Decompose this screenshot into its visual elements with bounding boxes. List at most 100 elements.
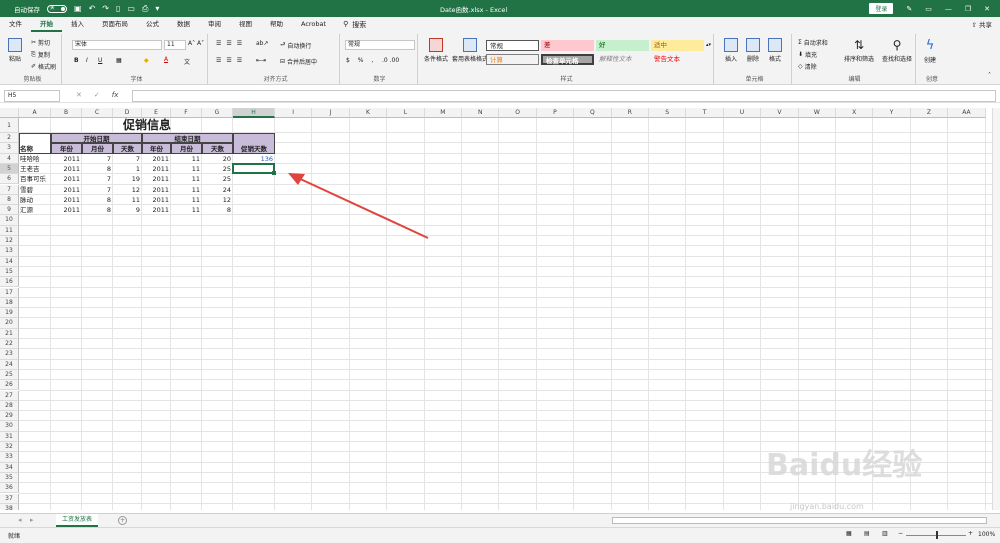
row-header[interactable]: 8 (0, 194, 19, 206)
record-value-cell[interactable]: 2011 (51, 185, 82, 195)
pen-icon[interactable]: ✎ (906, 5, 912, 13)
record-value-cell[interactable]: 11 (171, 205, 202, 215)
row-header[interactable]: 2 (0, 133, 19, 144)
zoom-in-icon[interactable]: + (968, 530, 973, 537)
column-header[interactable]: Y (873, 108, 911, 118)
record-value-cell[interactable]: 2011 (51, 205, 82, 215)
column-header[interactable]: U (723, 108, 762, 118)
zoom-slider-thumb[interactable] (936, 531, 938, 539)
column-header[interactable]: P (536, 108, 575, 118)
column-header[interactable]: S (649, 108, 687, 118)
tab-1[interactable]: 开始 (31, 17, 62, 32)
record-value-cell[interactable]: 8 (202, 205, 233, 215)
font-size-buttons[interactable]: A˄ A˅ (188, 40, 204, 47)
record-value-cell[interactable]: 2011 (142, 154, 171, 164)
day-header[interactable]: 天数 (113, 143, 142, 154)
row-header[interactable]: 27 (0, 390, 19, 401)
column-header[interactable]: F (171, 108, 202, 118)
record-value-cell[interactable]: 2011 (142, 195, 171, 205)
record-value-cell[interactable]: 2011 (51, 174, 82, 184)
row-header[interactable]: 15 (0, 266, 19, 278)
column-header[interactable]: A (19, 108, 51, 118)
row-header[interactable]: 33 (0, 452, 19, 463)
font-size-select[interactable]: 11 (164, 40, 186, 50)
fill-handle[interactable] (272, 171, 276, 176)
fill-color-button[interactable]: ◆ (144, 57, 149, 64)
border-button[interactable]: ▦ (116, 57, 122, 64)
cut-button[interactable]: ✂ 剪切 (31, 38, 50, 47)
record-name-cell[interactable]: 百事可乐 (19, 174, 51, 184)
collapse-ribbon-icon[interactable]: ˄ (988, 72, 991, 79)
row-header[interactable]: 32 (0, 442, 19, 453)
merge-center-button[interactable]: ⊟ 合并后居中 (280, 57, 317, 66)
page-break-icon[interactable]: ▥ (882, 530, 888, 537)
create-button[interactable]: ϟ 创建 (924, 38, 936, 64)
redo-icon[interactable]: ↷ (102, 4, 109, 13)
record-value-cell[interactable]: 20 (202, 154, 233, 164)
close-icon[interactable]: ✕ (984, 5, 990, 13)
row-header[interactable]: 17 (0, 287, 19, 298)
tab-nav-left-icon[interactable]: ◂ (18, 516, 22, 524)
column-header[interactable]: Z (910, 108, 949, 118)
print-icon[interactable]: ⎙ (142, 4, 148, 13)
decimal-buttons[interactable]: .0 .00 (382, 57, 399, 64)
tab-6[interactable]: 审阅 (199, 17, 230, 32)
active-cell-selection[interactable] (232, 162, 275, 175)
promo-days-cell[interactable] (233, 185, 275, 195)
customize-toolbar-icon[interactable]: ▾ (155, 4, 159, 13)
new-file-icon[interactable]: ▯ (116, 4, 120, 13)
tab-2[interactable]: 插入 (62, 17, 93, 32)
record-value-cell[interactable]: 25 (202, 174, 233, 184)
tab-4[interactable]: 公式 (137, 17, 168, 32)
row-header[interactable]: 1 (0, 118, 19, 133)
row-header[interactable]: 7 (0, 184, 19, 195)
font-color-button[interactable]: A (164, 56, 168, 63)
column-header[interactable]: X (836, 108, 874, 118)
restore-icon[interactable]: ❐ (965, 5, 971, 13)
row-header[interactable]: 9 (0, 205, 19, 216)
column-header[interactable]: H (233, 108, 275, 118)
minimize-icon[interactable]: — (945, 5, 952, 13)
row-header[interactable]: 5 (0, 163, 19, 175)
row-header[interactable]: 12 (0, 236, 19, 247)
style-bad[interactable]: 差 (541, 40, 594, 51)
select-all-corner[interactable] (0, 108, 19, 118)
horizontal-scrollbar[interactable] (612, 517, 987, 524)
tab-3[interactable]: 页面布局 (93, 17, 137, 32)
font-name-select[interactable]: 宋体 (72, 40, 162, 50)
record-name-cell[interactable]: 汇源 (19, 205, 51, 215)
row-header[interactable]: 30 (0, 421, 19, 432)
row-header[interactable]: 34 (0, 462, 19, 473)
search-box[interactable]: ⚲ 搜索 (343, 20, 366, 30)
sheet-tab-active[interactable]: 工资发放表 (56, 514, 99, 527)
style-good[interactable]: 好 (596, 40, 649, 51)
record-value-cell[interactable]: 7 (82, 174, 113, 184)
record-value-cell[interactable]: 19 (113, 174, 142, 184)
add-sheet-button[interactable]: + (118, 516, 127, 525)
italic-button[interactable]: I (86, 57, 88, 64)
column-header[interactable]: AA (948, 108, 986, 118)
share-button[interactable]: ⇧ 共享 (971, 19, 992, 29)
column-header[interactable]: G (202, 108, 233, 118)
column-header[interactable]: T (686, 108, 724, 118)
promo-days-header[interactable]: 促销天数 (233, 133, 275, 154)
row-header[interactable]: 20 (0, 318, 19, 329)
row-header[interactable]: 14 (0, 256, 19, 267)
name-box[interactable]: H5 (4, 90, 60, 102)
horizontal-align-buttons[interactable]: ☰☰☰ (216, 57, 247, 64)
format-painter-button[interactable]: ✐ 格式刷 (31, 62, 56, 71)
wrap-text-button[interactable]: ⮐ 自动换行 (280, 40, 311, 50)
row-header[interactable]: 6 (0, 174, 19, 185)
promo-days-cell[interactable] (233, 195, 275, 205)
save-icon[interactable]: ▣ (74, 4, 82, 13)
column-header[interactable]: O (499, 108, 537, 118)
record-value-cell[interactable]: 2011 (142, 205, 171, 215)
column-header[interactable]: W (798, 108, 836, 118)
insert-cells-button[interactable]: 插入 (724, 38, 738, 63)
row-header[interactable]: 21 (0, 328, 19, 339)
row-header[interactable]: 13 (0, 246, 19, 257)
vertical-scrollbar[interactable] (992, 108, 1000, 510)
column-header[interactable]: D (113, 108, 142, 118)
style-explanatory[interactable]: 解释性文本 (596, 54, 649, 65)
tab-nav-right-icon[interactable]: ▸ (30, 516, 34, 524)
